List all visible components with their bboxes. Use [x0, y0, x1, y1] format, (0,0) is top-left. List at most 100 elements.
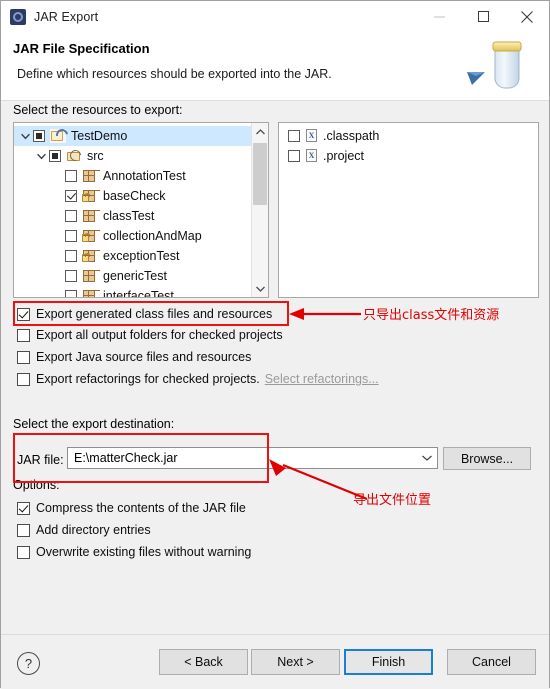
help-icon[interactable]: ?: [17, 652, 40, 675]
resource-tree[interactable]: TestDemo src AnnotationTest baseCheck classT…: [13, 122, 269, 298]
checkbox-overwrite-existing-files[interactable]: Overwrite existing files without warning: [17, 545, 251, 559]
resources-label: Select the resources to export:: [13, 103, 183, 117]
chevron-down-icon[interactable]: [417, 448, 437, 468]
finish-button[interactable]: Finish: [344, 649, 433, 675]
next-button[interactable]: Next >: [251, 649, 340, 675]
annotation-note-1: 只导出class文件和资源: [363, 308, 500, 323]
checkbox-box: [17, 307, 30, 321]
tree-row[interactable]: exceptionTest: [14, 246, 268, 266]
tree-row-label: TestDemo: [71, 129, 128, 143]
file-checkbox[interactable]: [288, 150, 300, 162]
package-locked-icon: [82, 189, 98, 203]
chevron-up-icon[interactable]: [252, 123, 268, 140]
close-icon[interactable]: [505, 1, 549, 32]
tree-row[interactable]: baseCheck: [14, 186, 268, 206]
tree-checkbox[interactable]: [33, 130, 45, 142]
tree-checkbox[interactable]: [49, 150, 61, 162]
tree-row-label: collectionAndMap: [103, 229, 202, 243]
checkbox-box: [17, 328, 30, 342]
package-icon: [82, 209, 98, 223]
chevron-down-icon[interactable]: [18, 133, 33, 140]
checkbox-export-generated-class-files[interactable]: Export generated class files and resourc…: [17, 307, 272, 321]
checkbox-box: [17, 372, 30, 386]
tree-checkbox[interactable]: [65, 190, 77, 202]
tree-checkbox[interactable]: [65, 270, 77, 282]
checkbox-label: Compress the contents of the JAR file: [36, 501, 246, 515]
wizard-header: JAR File Specification Define which reso…: [1, 32, 549, 101]
dialog-body: Select the resources to export: TestDemo…: [1, 101, 549, 689]
checkbox-export-refactorings[interactable]: Export refactorings for checked projects…: [17, 372, 379, 386]
tree-row-label: classTest: [103, 209, 155, 223]
tree-scrollbar[interactable]: [251, 123, 268, 297]
package-icon: [82, 269, 98, 283]
file-rows: X .classpath X .project: [279, 123, 538, 166]
file-row[interactable]: X .project: [279, 146, 538, 166]
destination-label: Select the export destination:: [13, 417, 175, 431]
package-locked-icon: [82, 249, 98, 263]
tree-row-label: genericTest: [103, 269, 167, 283]
cancel-button[interactable]: Cancel: [447, 649, 536, 675]
annotation-arrow-1: [289, 308, 361, 320]
jar-file-input[interactable]: E:\matterCheck.jar: [68, 451, 417, 465]
checkbox-export-java-source-files[interactable]: Export Java source files and resources: [17, 350, 251, 364]
checkbox-add-directory-entries[interactable]: Add directory entries: [17, 523, 151, 537]
file-row-label: .project: [323, 149, 364, 163]
tree-checkbox[interactable]: [65, 290, 77, 297]
tree-checkbox[interactable]: [65, 210, 77, 222]
xml-file-icon: X: [305, 149, 318, 163]
checkbox-label: Export refactorings for checked projects…: [36, 372, 260, 386]
chevron-down-icon[interactable]: [252, 280, 268, 297]
file-checkbox[interactable]: [288, 130, 300, 142]
xml-file-icon: X: [305, 129, 318, 143]
tree-rows: TestDemo src AnnotationTest baseCheck classT…: [14, 123, 268, 298]
maximize-icon[interactable]: [461, 1, 505, 32]
jar-export-dialog: JAR Export JAR File Specification Define…: [0, 0, 550, 689]
dialog-footer: ? < Back Next > Finish Cancel: [1, 634, 549, 689]
tree-row-label: AnnotationTest: [103, 169, 186, 183]
tree-checkbox[interactable]: [65, 230, 77, 242]
window-title: JAR Export: [34, 9, 99, 24]
minimize-icon[interactable]: [417, 1, 461, 32]
jar-export-icon: [10, 8, 26, 25]
checkbox-box: [17, 523, 30, 537]
select-refactorings-link[interactable]: Select refactorings...: [265, 372, 379, 386]
file-row-label: .classpath: [323, 129, 380, 143]
resource-file-list[interactable]: X .classpath X .project: [278, 122, 539, 298]
package-locked-icon: [82, 229, 98, 243]
checkbox-export-all-output-folders[interactable]: Export all output folders for checked pr…: [17, 328, 283, 342]
checkbox-box: [17, 350, 30, 364]
title-bar: JAR Export: [1, 1, 549, 32]
checkbox-compress-contents[interactable]: Compress the contents of the JAR file: [17, 501, 246, 515]
tree-row[interactable]: AnnotationTest: [14, 166, 268, 186]
jar-jar-with-arrow-icon: [467, 41, 522, 89]
tree-row[interactable]: classTest: [14, 206, 268, 226]
tree-row-label: interfaceTest: [103, 289, 174, 298]
checkbox-box: [17, 501, 30, 515]
checkbox-label: Add directory entries: [36, 523, 151, 537]
tree-row[interactable]: TestDemo: [14, 126, 268, 146]
tree-row-label: baseCheck: [103, 189, 166, 203]
tree-row[interactable]: genericTest: [14, 266, 268, 286]
checkbox-box: [17, 545, 30, 559]
checkbox-label: Export all output folders for checked pr…: [36, 328, 283, 342]
window-controls: [417, 1, 549, 32]
package-icon: [82, 289, 98, 297]
checkbox-label: Export generated class files and resourc…: [36, 307, 273, 321]
back-button[interactable]: < Back: [159, 649, 248, 675]
jar-file-combo[interactable]: E:\matterCheck.jar: [67, 447, 438, 469]
browse-button[interactable]: Browse...: [443, 447, 531, 470]
tree-row[interactable]: collectionAndMap: [14, 226, 268, 246]
java-project-icon: [50, 129, 66, 143]
source-folder-icon: [66, 149, 82, 163]
tree-checkbox[interactable]: [65, 250, 77, 262]
scrollbar-thumb[interactable]: [253, 143, 267, 205]
tree-checkbox[interactable]: [65, 170, 77, 182]
chevron-down-icon[interactable]: [34, 153, 49, 160]
tree-row-label: exceptionTest: [103, 249, 180, 263]
tree-row[interactable]: src: [14, 146, 268, 166]
options-label: Options:: [13, 478, 60, 492]
page-title: JAR File Specification: [13, 41, 150, 56]
tree-row-label: src: [87, 149, 104, 163]
tree-row[interactable]: interfaceTest: [14, 286, 268, 298]
file-row[interactable]: X .classpath: [279, 126, 538, 146]
